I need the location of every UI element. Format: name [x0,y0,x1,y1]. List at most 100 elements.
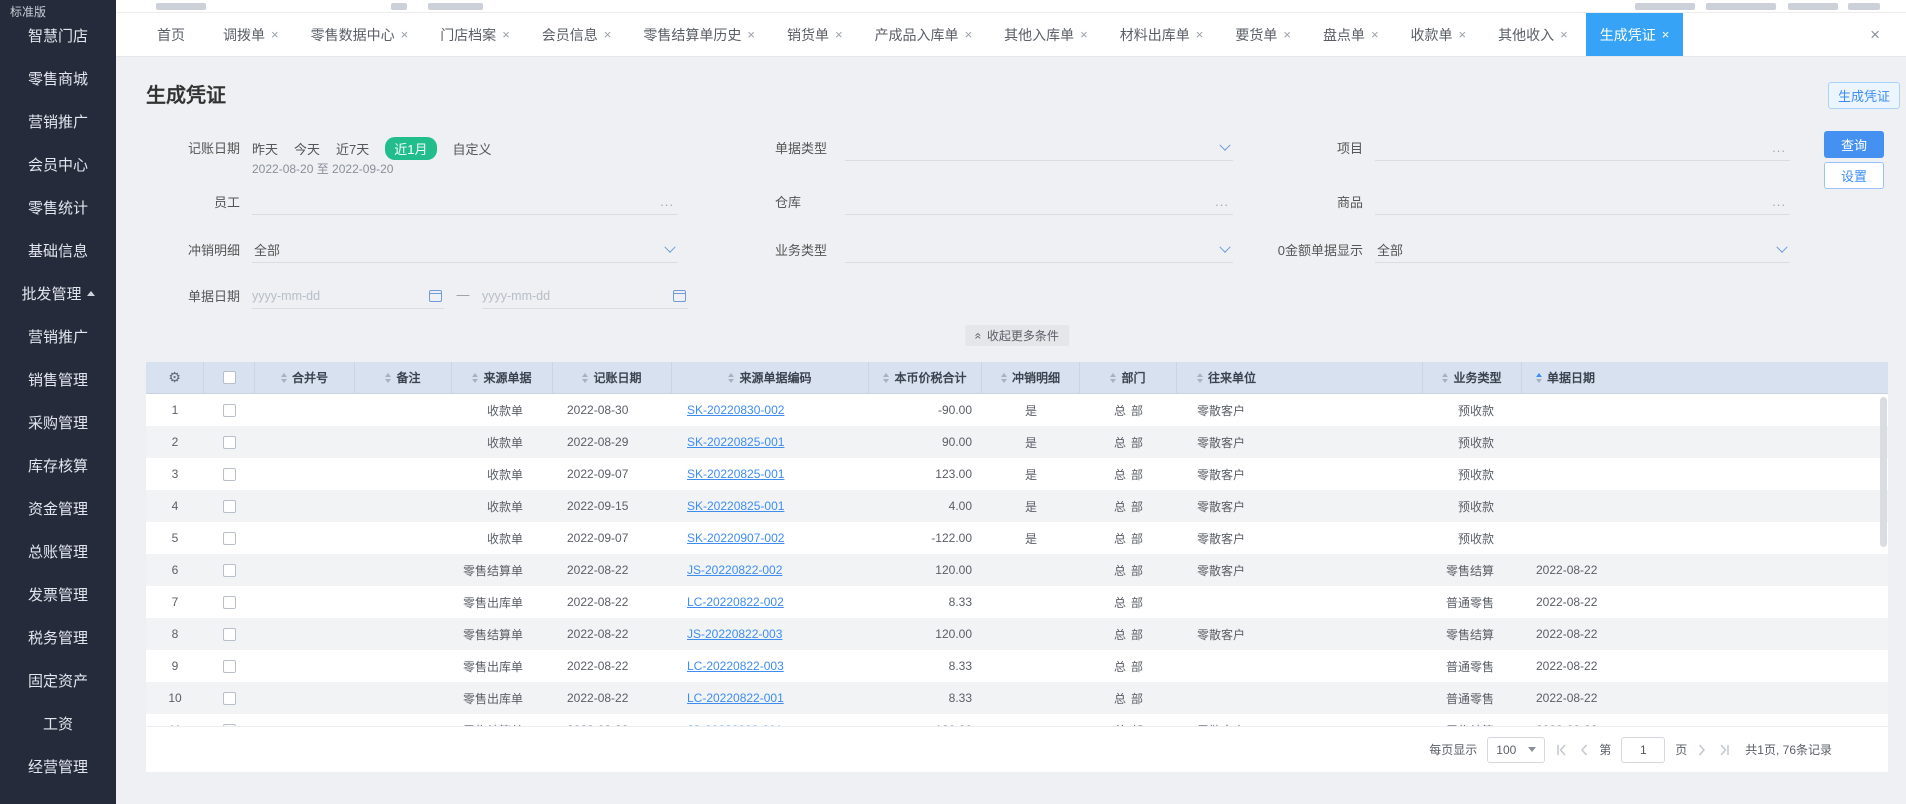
tab-close-icon[interactable]: × [747,28,755,41]
project-picker[interactable]: ... [1375,135,1790,161]
page-size-select[interactable]: 100 [1487,736,1546,763]
last-page-icon[interactable] [1717,743,1731,756]
sidebar-item[interactable]: 税务管理 [0,616,116,659]
source-doc-link[interactable]: SK-20220907-002 [687,531,784,545]
column-header-partner[interactable]: 往来单位 [1177,362,1423,393]
sidebar-item[interactable]: 总账管理 [0,530,116,573]
tab-close-icon[interactable]: × [271,28,279,41]
settings-button[interactable]: 设置 [1824,162,1884,189]
table-row[interactable]: 3 收款单 2022-09-07 SK-20220825-001 123.00 … [146,458,1888,490]
source-doc-link[interactable]: SK-20220825-001 [687,435,784,449]
row-checkbox[interactable] [223,403,236,417]
doc-type-select[interactable] [845,135,1233,161]
query-button[interactable]: 查询 [1824,131,1884,158]
sidebar-item[interactable]: 资金管理 [0,487,116,530]
sidebar-item[interactable]: 库存核算 [0,444,116,487]
biz-type-select[interactable] [845,237,1233,263]
ellipsis-more-icon[interactable]: ... [1772,194,1790,209]
warehouse-picker[interactable]: ... [845,189,1233,215]
row-checkbox[interactable] [223,563,236,577]
table-row[interactable]: 5 收款单 2022-09-07 SK-20220907-002 -122.00… [146,522,1888,554]
doc-date-start-input[interactable] [252,288,429,303]
tab[interactable]: 产成品入库单 × [861,13,987,56]
row-checkbox[interactable] [223,691,236,705]
prev-page-icon[interactable] [1579,743,1589,756]
row-checkbox[interactable] [223,435,236,449]
sidebar-item[interactable]: 固定资产 [0,659,116,702]
tab[interactable]: 零售结算单历史 × [629,13,769,56]
column-header-source-doc-code[interactable]: 来源单据编码 [672,362,869,393]
column-header-biz-type[interactable]: 业务类型 [1423,362,1522,393]
row-checkbox[interactable] [223,723,236,726]
tab-close-icon[interactable]: × [604,28,612,41]
page-number-input[interactable] [1621,736,1666,763]
tab-close-icon[interactable]: × [1560,28,1568,41]
sidebar-item[interactable]: 采购管理 [0,401,116,444]
sidebar-item[interactable]: 销售管理 [0,358,116,401]
source-doc-link[interactable]: LC-20220822-002 [687,595,784,609]
sidebar-item[interactable]: 经营管理 [0,745,116,788]
row-checkbox[interactable] [223,627,236,641]
sidebar-item[interactable]: 营销推广 [0,100,116,143]
sidebar-item[interactable]: 基础信息 [0,229,116,272]
table-row[interactable]: 4 收款单 2022-09-15 SK-20220825-001 4.00 是 … [146,490,1888,522]
table-scrollbar-thumb[interactable] [1880,397,1887,547]
sidebar-item[interactable]: 智慧门店 [0,14,116,57]
tab[interactable]: 材料出库单 × [1106,13,1218,56]
column-header-dept[interactable]: 部门 [1080,362,1177,393]
tab-close-icon[interactable]: × [835,28,843,41]
first-page-icon[interactable] [1555,743,1569,756]
tab[interactable]: 要货单 × [1221,13,1305,56]
row-checkbox[interactable] [223,595,236,609]
source-doc-link[interactable]: SK-20220825-001 [687,499,784,513]
date-quick-option[interactable]: 昨天 [252,139,278,158]
generate-voucher-button[interactable]: 生成凭证 [1828,82,1900,109]
column-header-amount[interactable]: 本币价税合计 [869,362,982,393]
tab[interactable]: 首页 [143,13,205,56]
tab[interactable]: 销货单 × [773,13,857,56]
sidebar-item[interactable]: 零售统计 [0,186,116,229]
source-doc-link[interactable]: JS-20220822-002 [687,563,782,577]
tab[interactable]: 会员信息 × [528,13,626,56]
table-row[interactable]: 8 零售结算单 2022-08-22 JS-20220822-003 120.0… [146,618,1888,650]
tab[interactable]: 调拨单 × [209,13,293,56]
writeoff-select[interactable]: 全部 [252,237,678,263]
table-row[interactable]: 2 收款单 2022-08-29 SK-20220825-001 90.00 是… [146,426,1888,458]
tab-close-icon[interactable]: × [1459,28,1467,41]
tab-close-icon[interactable]: × [1662,28,1670,41]
date-quick-option[interactable]: 近7天 [336,139,369,158]
date-quick-option[interactable]: 今天 [294,139,320,158]
tab[interactable]: 门店档案 × [426,13,524,56]
tab-close-icon[interactable]: × [1080,28,1088,41]
employee-picker[interactable]: ... [252,189,678,215]
next-page-icon[interactable] [1697,743,1707,756]
column-header-doc-date[interactable]: 单据日期 [1522,362,1888,393]
table-row[interactable]: 1 收款单 2022-08-30 SK-20220830-002 -90.00 … [146,394,1888,426]
table-row[interactable]: 11 零售结算单 2022-08-22 JS-20220822-001 120.… [146,714,1888,726]
row-checkbox[interactable] [223,659,236,673]
row-checkbox[interactable] [223,531,236,545]
sidebar-item[interactable]: 批发管理 [0,272,116,315]
column-header-source-doc[interactable]: 来源单据 [452,362,553,393]
ellipsis-more-icon[interactable]: ... [660,194,678,209]
goods-picker[interactable]: ... [1375,189,1790,215]
source-doc-link[interactable]: SK-20220830-002 [687,403,784,417]
tab-close-icon[interactable]: × [1283,28,1291,41]
row-checkbox[interactable] [223,467,236,481]
tab[interactable]: 其他收入 × [1484,13,1582,56]
date-quick-option[interactable]: 近1月 [385,137,437,160]
tab[interactable]: 生成凭证 × [1585,13,1684,56]
source-doc-link[interactable]: JS-20220822-001 [687,723,782,726]
column-settings-gear-icon[interactable] [146,362,204,393]
column-header-booking-date[interactable]: 记账日期 [553,362,672,393]
sidebar-item[interactable]: 发票管理 [0,573,116,616]
source-doc-link[interactable]: JS-20220822-003 [687,627,782,641]
source-doc-link[interactable]: LC-20220822-001 [687,691,784,705]
close-tabs-icon[interactable]: × [1870,25,1880,45]
collapse-filters-bar[interactable]: 收起更多条件 [965,325,1069,346]
table-row[interactable]: 7 零售出库单 2022-08-22 LC-20220822-002 8.33 … [146,586,1888,618]
source-doc-link[interactable]: SK-20220825-001 [687,467,784,481]
column-header-note[interactable]: 备注 [355,362,452,393]
sidebar-item[interactable]: 工资 [0,702,116,745]
column-header-writeoff[interactable]: 冲销明细 [982,362,1080,393]
